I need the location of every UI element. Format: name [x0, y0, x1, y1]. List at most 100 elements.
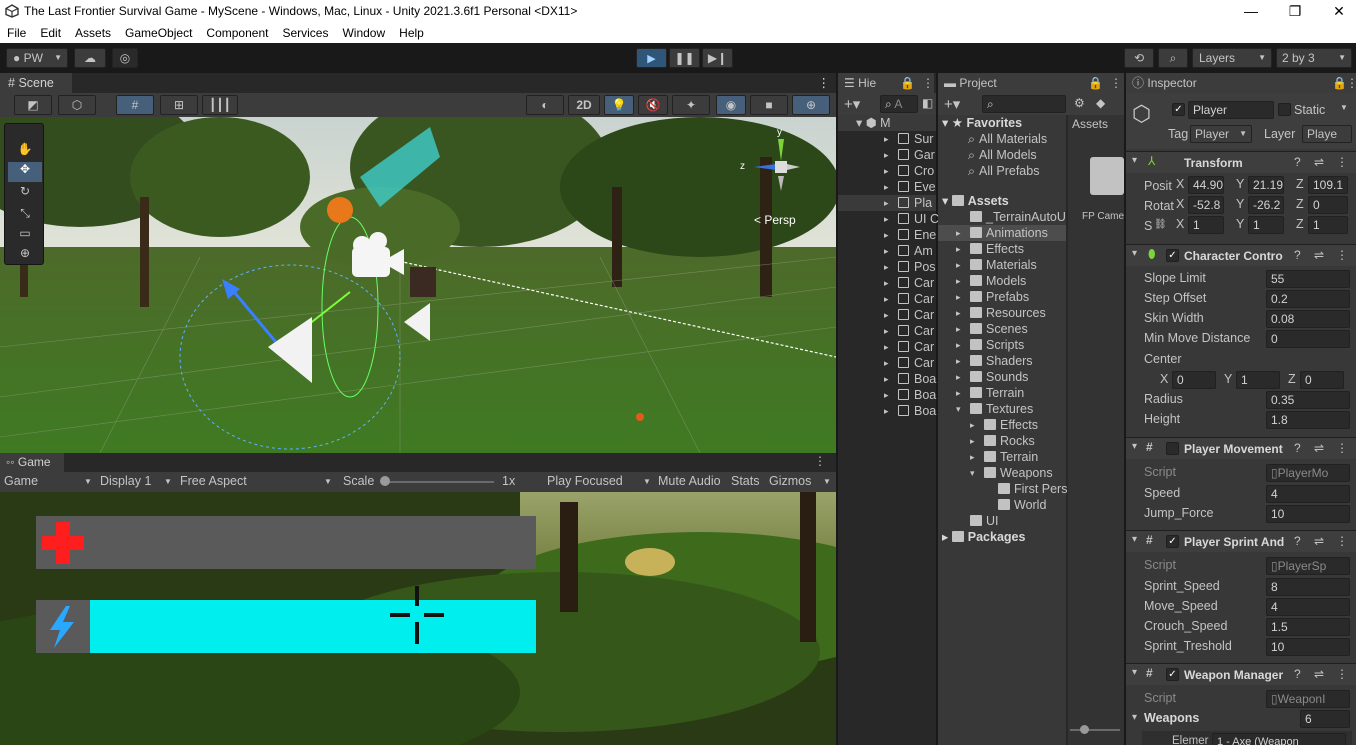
asset-folder[interactable]: ▸ Resources [938, 305, 1066, 321]
effects-dropdown[interactable]: ✦ [672, 95, 710, 115]
hierarchy-item[interactable]: ▸ Pos [838, 259, 936, 275]
property-field[interactable]: 8 [1266, 578, 1350, 596]
gizmos-dropdown[interactable]: ⊕ [792, 95, 830, 115]
aspect-dropdown[interactable]: Free Aspect ▼ [180, 474, 336, 488]
expand-arrow-icon[interactable]: ▸ [956, 241, 961, 257]
texture-subfolder[interactable]: ▸ Rocks [938, 433, 1066, 449]
help-icon[interactable]: ? [1294, 155, 1301, 169]
transform-rot-y-field[interactable]: -26.2 [1248, 196, 1284, 214]
menu-gameobject[interactable]: GameObject [118, 23, 199, 40]
radius-field[interactable]: 0.35 [1266, 391, 1350, 409]
help-icon[interactable]: ? [1294, 667, 1301, 681]
favorite-item[interactable]: ⌕ All Materials [968, 131, 1047, 147]
help-icon[interactable]: ? [1294, 534, 1301, 548]
hierarchy-item[interactable]: ▸ Am [838, 243, 936, 259]
transform-scale-y-field[interactable]: 1 [1248, 216, 1284, 234]
transform-rot-z-field[interactable]: 0 [1308, 196, 1348, 214]
tab-scene[interactable]: # Scene [0, 73, 72, 93]
hierarchy-item[interactable]: ▸ Car [838, 291, 936, 307]
expand-arrow-icon[interactable]: ▸ [956, 305, 961, 321]
element-object-field[interactable]: 1 - Axe (Weapon [1212, 733, 1346, 745]
layers-dropdown[interactable]: Layers ▼ [1192, 48, 1272, 68]
hierarchy-item[interactable]: ▸ Car [838, 355, 936, 371]
expand-arrow-icon[interactable]: ▸ [884, 307, 889, 323]
hierarchy-item[interactable]: ▸ Boa [838, 403, 936, 419]
rotate-tool-icon[interactable]: ↻ [10, 184, 40, 204]
property-field[interactable]: 10 [1266, 638, 1350, 656]
expand-arrow-icon[interactable]: ▸ [884, 211, 889, 227]
play-focused-dropdown[interactable]: Play Focused ▼ [547, 474, 653, 488]
expand-arrow-icon[interactable]: ▸ [970, 449, 975, 465]
icon-size-slider[interactable] [1070, 729, 1120, 731]
display-mode-dropdown[interactable]: Game ▼ [4, 474, 92, 488]
lock-icon[interactable]: 🔒 [1332, 73, 1347, 93]
menu-window[interactable]: Window [335, 23, 392, 40]
maximize-button[interactable]: ❐ [1272, 0, 1318, 23]
help-icon[interactable]: ? [1294, 441, 1301, 455]
transform-rot-x-field[interactable]: -52.8 [1188, 196, 1224, 214]
tab-inspector[interactable]: ⓘ Inspector 🔒 ⋮ [1126, 73, 1356, 93]
lighting-dropdown[interactable]: ◐ [526, 95, 564, 115]
history-button[interactable]: ⟲ [1124, 48, 1154, 68]
expand-arrow-icon[interactable]: ▸ [970, 417, 975, 433]
object-name-field[interactable]: Player [1188, 101, 1274, 119]
expand-arrow-icon[interactable]: ▸ [884, 195, 889, 211]
favorites-header[interactable]: ▾ ★ Favorites [942, 115, 1022, 131]
transform-pos-y-field[interactable]: 21.195 [1248, 176, 1284, 194]
menu-services[interactable]: Services [275, 23, 335, 40]
property-field[interactable]: 0.08 [1266, 310, 1350, 328]
weapon-subfolder[interactable]: First Pers [938, 481, 1067, 497]
preset-icon[interactable]: ⇌ [1314, 248, 1324, 262]
weapons-label[interactable]: Weapons [1144, 711, 1199, 725]
menu-component[interactable]: Component [199, 23, 275, 40]
expand-arrow-icon[interactable]: ▾ [970, 465, 975, 481]
hierarchy-item[interactable]: ▸ Ene [838, 227, 936, 243]
more-icon[interactable]: ⋮ [814, 454, 826, 468]
2d-toggle[interactable]: 2D [568, 95, 600, 115]
add-icon[interactable]: +▾ [944, 95, 960, 113]
asset-folder[interactable]: ▸ Sounds [938, 369, 1066, 385]
scene-root-row[interactable]: ▾ ⬢ M [838, 115, 936, 131]
property-field[interactable]: 0.2 [1266, 290, 1350, 308]
gizmos-dropdown[interactable]: Gizmos ▼ [769, 474, 833, 488]
hierarchy-item[interactable]: ▸ Sur [838, 131, 936, 147]
component-enabled-checkbox[interactable] [1166, 442, 1179, 455]
expand-arrow-icon[interactable]: ▸ [956, 369, 961, 385]
asset-item-label[interactable]: FP Came [1082, 211, 1124, 222]
draw-mode-dropdown[interactable]: ⬡ [58, 95, 96, 115]
folder-icon[interactable] [1090, 157, 1124, 195]
asset-folder[interactable]: ▸ Shaders [938, 353, 1066, 369]
expand-arrow-icon[interactable]: ▸ [884, 243, 889, 259]
asset-folder[interactable]: ▸ Prefabs [938, 289, 1066, 305]
orientation-gizmo[interactable]: y z < Persp [740, 127, 830, 231]
preset-icon[interactable]: ⇌ [1314, 155, 1324, 169]
weapon-subfolder[interactable]: World [938, 497, 1066, 513]
chevron-down-icon[interactable]: ▼ [1340, 103, 1348, 112]
expand-arrow-icon[interactable]: ▸ [884, 275, 889, 291]
transform-pos-x-field[interactable]: 44.90 [1188, 176, 1224, 194]
menu-help[interactable]: Help [392, 23, 431, 40]
collapse-arrow-icon[interactable]: ▾ [1132, 712, 1137, 723]
hierarchy-item[interactable]: ▸ Eve [838, 179, 936, 195]
project-search-input[interactable]: ⌕ [982, 95, 1066, 113]
more-icon[interactable]: ⋮ [1336, 248, 1348, 262]
expand-arrow-icon[interactable]: ▸ [884, 371, 889, 387]
component-enabled-checkbox[interactable]: ✓ [1166, 535, 1179, 548]
expand-arrow-icon[interactable]: ▸ [884, 131, 889, 147]
hand-tool-icon[interactable]: ✋ [10, 142, 40, 162]
minimize-button[interactable]: — [1228, 0, 1274, 23]
texture-subfolder[interactable]: ▾ Weapons [938, 465, 1066, 481]
expand-arrow-icon[interactable]: ▸ [956, 337, 961, 353]
height-field[interactable]: 1.8 [1266, 411, 1350, 429]
snap-toggle[interactable]: ⊞ [160, 95, 198, 115]
hierarchy-item[interactable]: ▸ Car [838, 323, 936, 339]
collab-button[interactable]: ◎ [112, 48, 138, 68]
weapons-count-field[interactable]: 6 [1300, 710, 1350, 728]
filter-type-icon[interactable]: ⚙ [1074, 96, 1085, 110]
expand-arrow-icon[interactable]: ▸ [884, 227, 889, 243]
more-icon[interactable]: ⋮ [1336, 155, 1348, 169]
expand-arrow-icon[interactable]: ▸ [956, 289, 961, 305]
component-enabled-checkbox[interactable]: ✓ [1166, 668, 1179, 681]
expand-arrow-icon[interactable]: ▸ [884, 387, 889, 403]
weapon-manager-header[interactable]: ▾ # ✓ Weapon Manager ? ⇌ ⋮ [1126, 663, 1356, 685]
